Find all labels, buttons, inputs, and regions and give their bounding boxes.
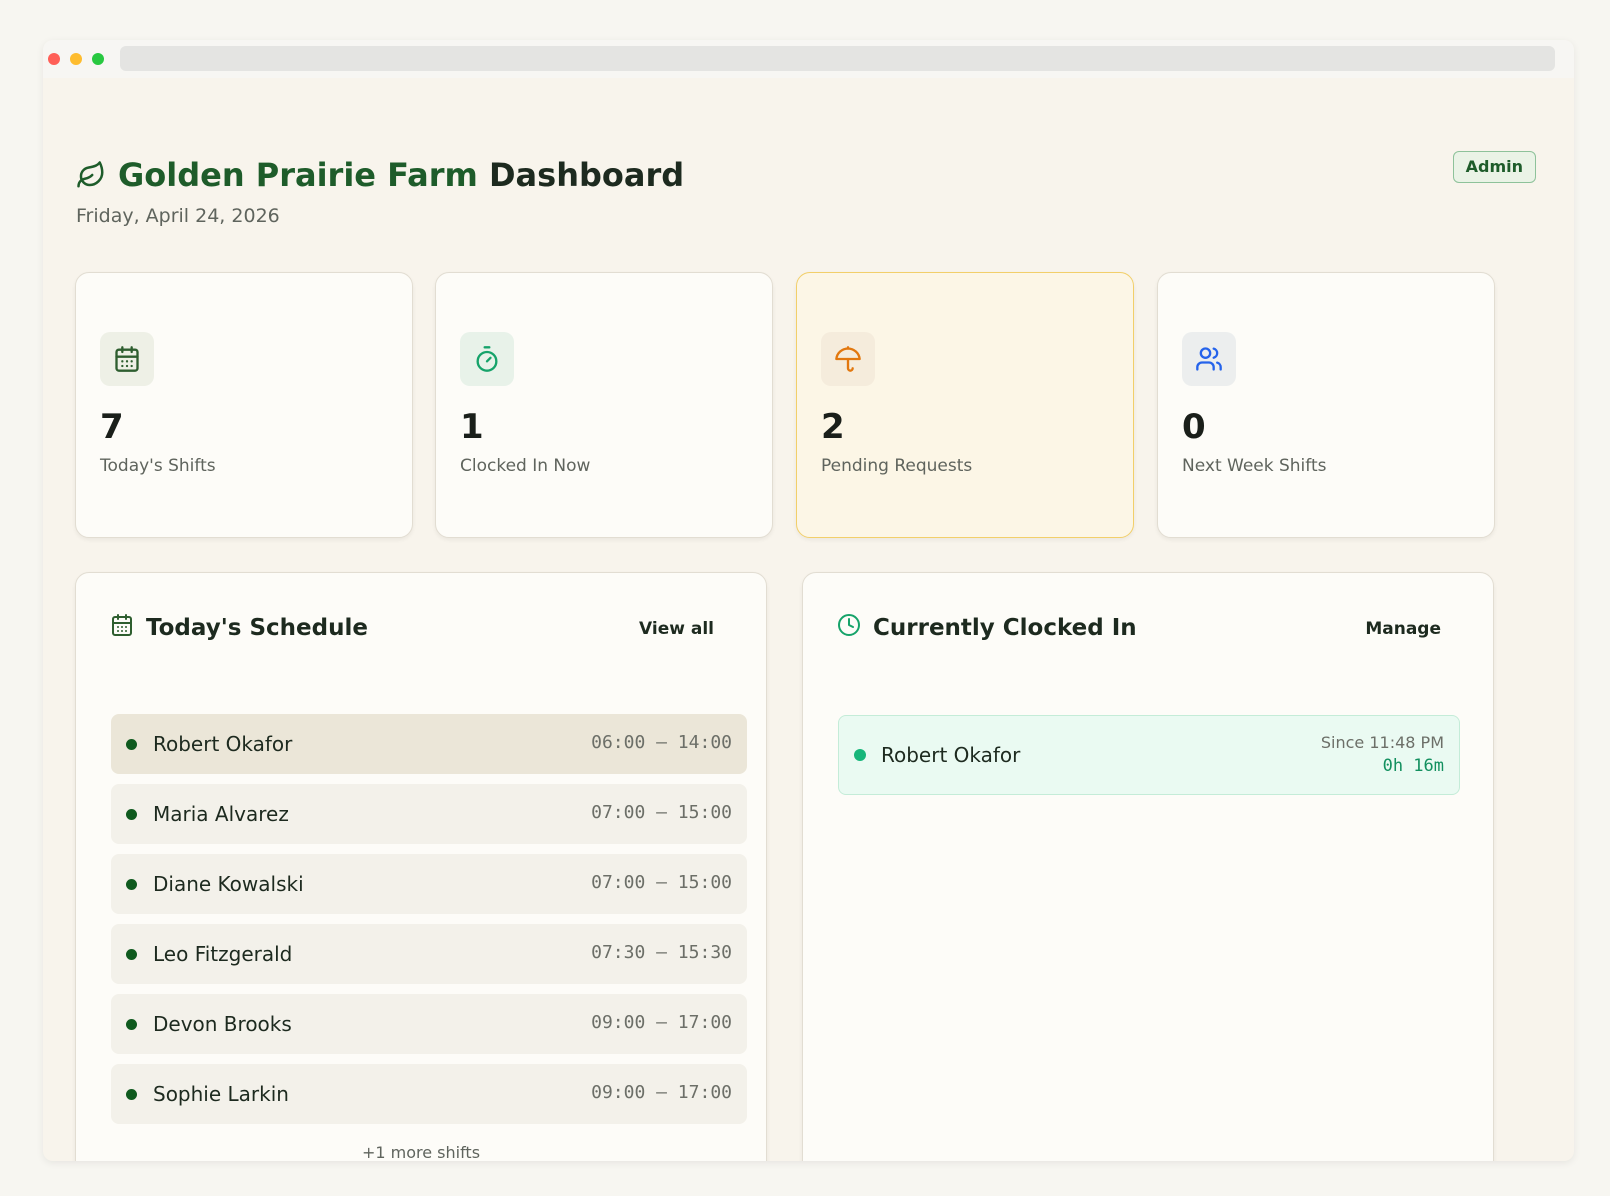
clock-icon <box>837 613 861 643</box>
shift-time: 09:00 – 17:00 <box>591 1082 732 1103</box>
employee-name: Robert Okafor <box>881 743 1021 767</box>
stat-label: Next Week Shifts <box>1182 456 1327 476</box>
calendar-icon <box>100 332 154 386</box>
page-title: Golden Prairie Farm Dashboard <box>76 155 684 195</box>
stat-value: 0 <box>1182 407 1206 447</box>
panel-title: Today's Schedule <box>146 615 368 641</box>
close-window-button[interactable] <box>48 53 60 65</box>
employee-name: Diane Kowalski <box>153 872 304 896</box>
shift-time: 07:00 – 15:00 <box>591 872 732 893</box>
currently-clocked-in-panel: Currently Clocked In Manage Robert Okafo… <box>802 572 1494 1161</box>
schedule-row[interactable]: Maria Alvarez 07:00 – 15:00 <box>111 784 747 844</box>
schedule-row[interactable]: Leo Fitzgerald 07:30 – 15:30 <box>111 924 747 984</box>
current-date: Friday, April 24, 2026 <box>76 205 280 227</box>
shift-time: 06:00 – 14:00 <box>591 732 732 753</box>
stat-card-next-week-shifts[interactable]: 0 Next Week Shifts <box>1157 272 1495 538</box>
view-all-link[interactable]: View all <box>639 619 714 639</box>
minimize-window-button[interactable] <box>70 53 82 65</box>
window-titlebar <box>43 40 1574 78</box>
stopwatch-icon <box>460 332 514 386</box>
stat-label: Pending Requests <box>821 456 973 476</box>
schedule-row[interactable]: Robert Okafor 06:00 – 14:00 <box>111 714 747 774</box>
elapsed-duration: 0h 16m <box>1382 756 1444 776</box>
browser-window: Golden Prairie Farm Dashboard Friday, Ap… <box>43 40 1574 1161</box>
panel-header: Currently Clocked In <box>837 613 1137 643</box>
umbrella-icon <box>821 332 875 386</box>
stat-value: 7 <box>100 407 124 447</box>
clock-in-time: Since 11:48 PM <box>1320 733 1444 752</box>
address-bar[interactable] <box>120 46 1555 71</box>
users-icon <box>1182 332 1236 386</box>
panel-header: Today's Schedule <box>110 613 368 643</box>
status-dot <box>126 739 137 750</box>
dashboard-page: Golden Prairie Farm Dashboard Friday, Ap… <box>43 78 1574 1161</box>
employee-name: Sophie Larkin <box>153 1082 289 1106</box>
stat-card-todays-shifts[interactable]: 7 Today's Shifts <box>75 272 413 538</box>
todays-schedule-panel: Today's Schedule View all Robert Okafor … <box>75 572 767 1161</box>
schedule-row[interactable]: Devon Brooks 09:00 – 17:00 <box>111 994 747 1054</box>
status-dot <box>126 1019 137 1030</box>
stat-value: 1 <box>460 407 484 447</box>
employee-name: Maria Alvarez <box>153 802 289 826</box>
employee-name: Devon Brooks <box>153 1012 292 1036</box>
more-shifts-link[interactable]: +1 more shifts <box>76 1143 766 1161</box>
title-suffix: Dashboard <box>488 156 685 194</box>
clocked-in-row[interactable]: Robert Okafor Since 11:48 PM 0h 16m <box>838 715 1460 795</box>
stat-label: Clocked In Now <box>460 456 591 476</box>
status-dot <box>126 1089 137 1100</box>
status-dot <box>126 809 137 820</box>
employee-name: Leo Fitzgerald <box>153 942 293 966</box>
panel-title: Currently Clocked In <box>873 615 1137 641</box>
shift-time: 07:00 – 15:00 <box>591 802 732 823</box>
status-dot <box>854 749 866 761</box>
schedule-row[interactable]: Sophie Larkin 09:00 – 17:00 <box>111 1064 747 1124</box>
calendar-icon <box>110 613 134 643</box>
role-badge[interactable]: Admin <box>1452 151 1536 183</box>
shift-time: 09:00 – 17:00 <box>591 1012 732 1033</box>
farm-name: Golden Prairie Farm <box>118 156 478 194</box>
manage-link[interactable]: Manage <box>1365 619 1441 639</box>
schedule-row[interactable]: Diane Kowalski 07:00 – 15:00 <box>111 854 747 914</box>
maximize-window-button[interactable] <box>92 53 104 65</box>
stat-card-pending-requests[interactable]: 2 Pending Requests <box>796 272 1134 538</box>
status-dot <box>126 949 137 960</box>
leaf-icon <box>76 160 106 190</box>
stat-label: Today's Shifts <box>100 456 216 476</box>
status-dot <box>126 879 137 890</box>
shift-time: 07:30 – 15:30 <box>591 942 732 963</box>
employee-name: Robert Okafor <box>153 732 293 756</box>
stat-card-clocked-in-now[interactable]: 1 Clocked In Now <box>435 272 773 538</box>
stat-value: 2 <box>821 407 845 447</box>
